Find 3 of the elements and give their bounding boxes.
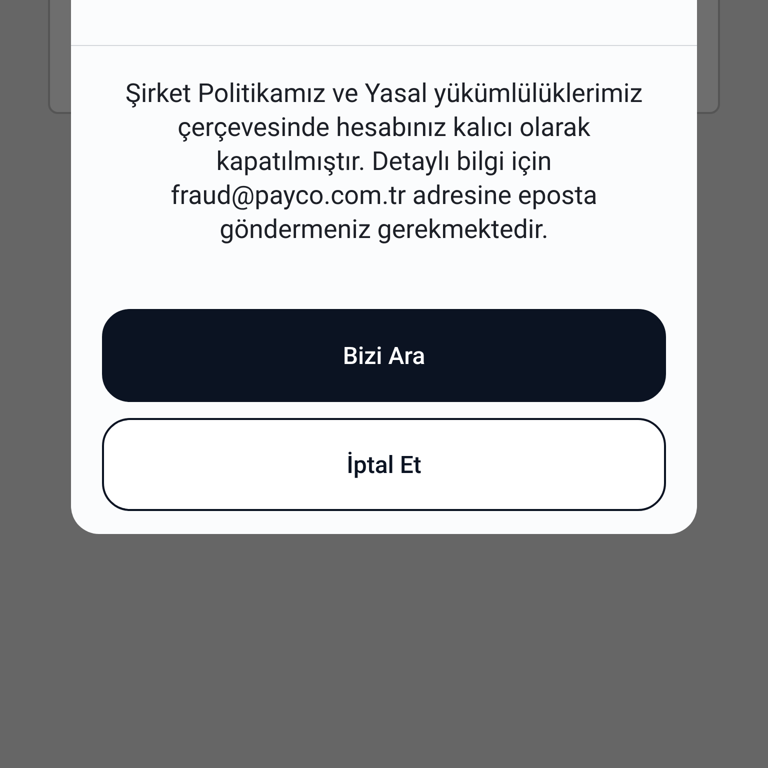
call-button[interactable]: Bizi Ara — [102, 309, 666, 402]
cancel-button[interactable]: İptal Et — [102, 418, 666, 511]
dialog-message: Şirket Politikamız ve Yasal yükümlülüklerimiz çerçevesinde hesabınız kalıcı olarak kapatılmıştır. Detaylı bilgi için fraud@payco.com.tr adresine eposta göndermeniz gerekmektedir. — [124, 78, 644, 247]
